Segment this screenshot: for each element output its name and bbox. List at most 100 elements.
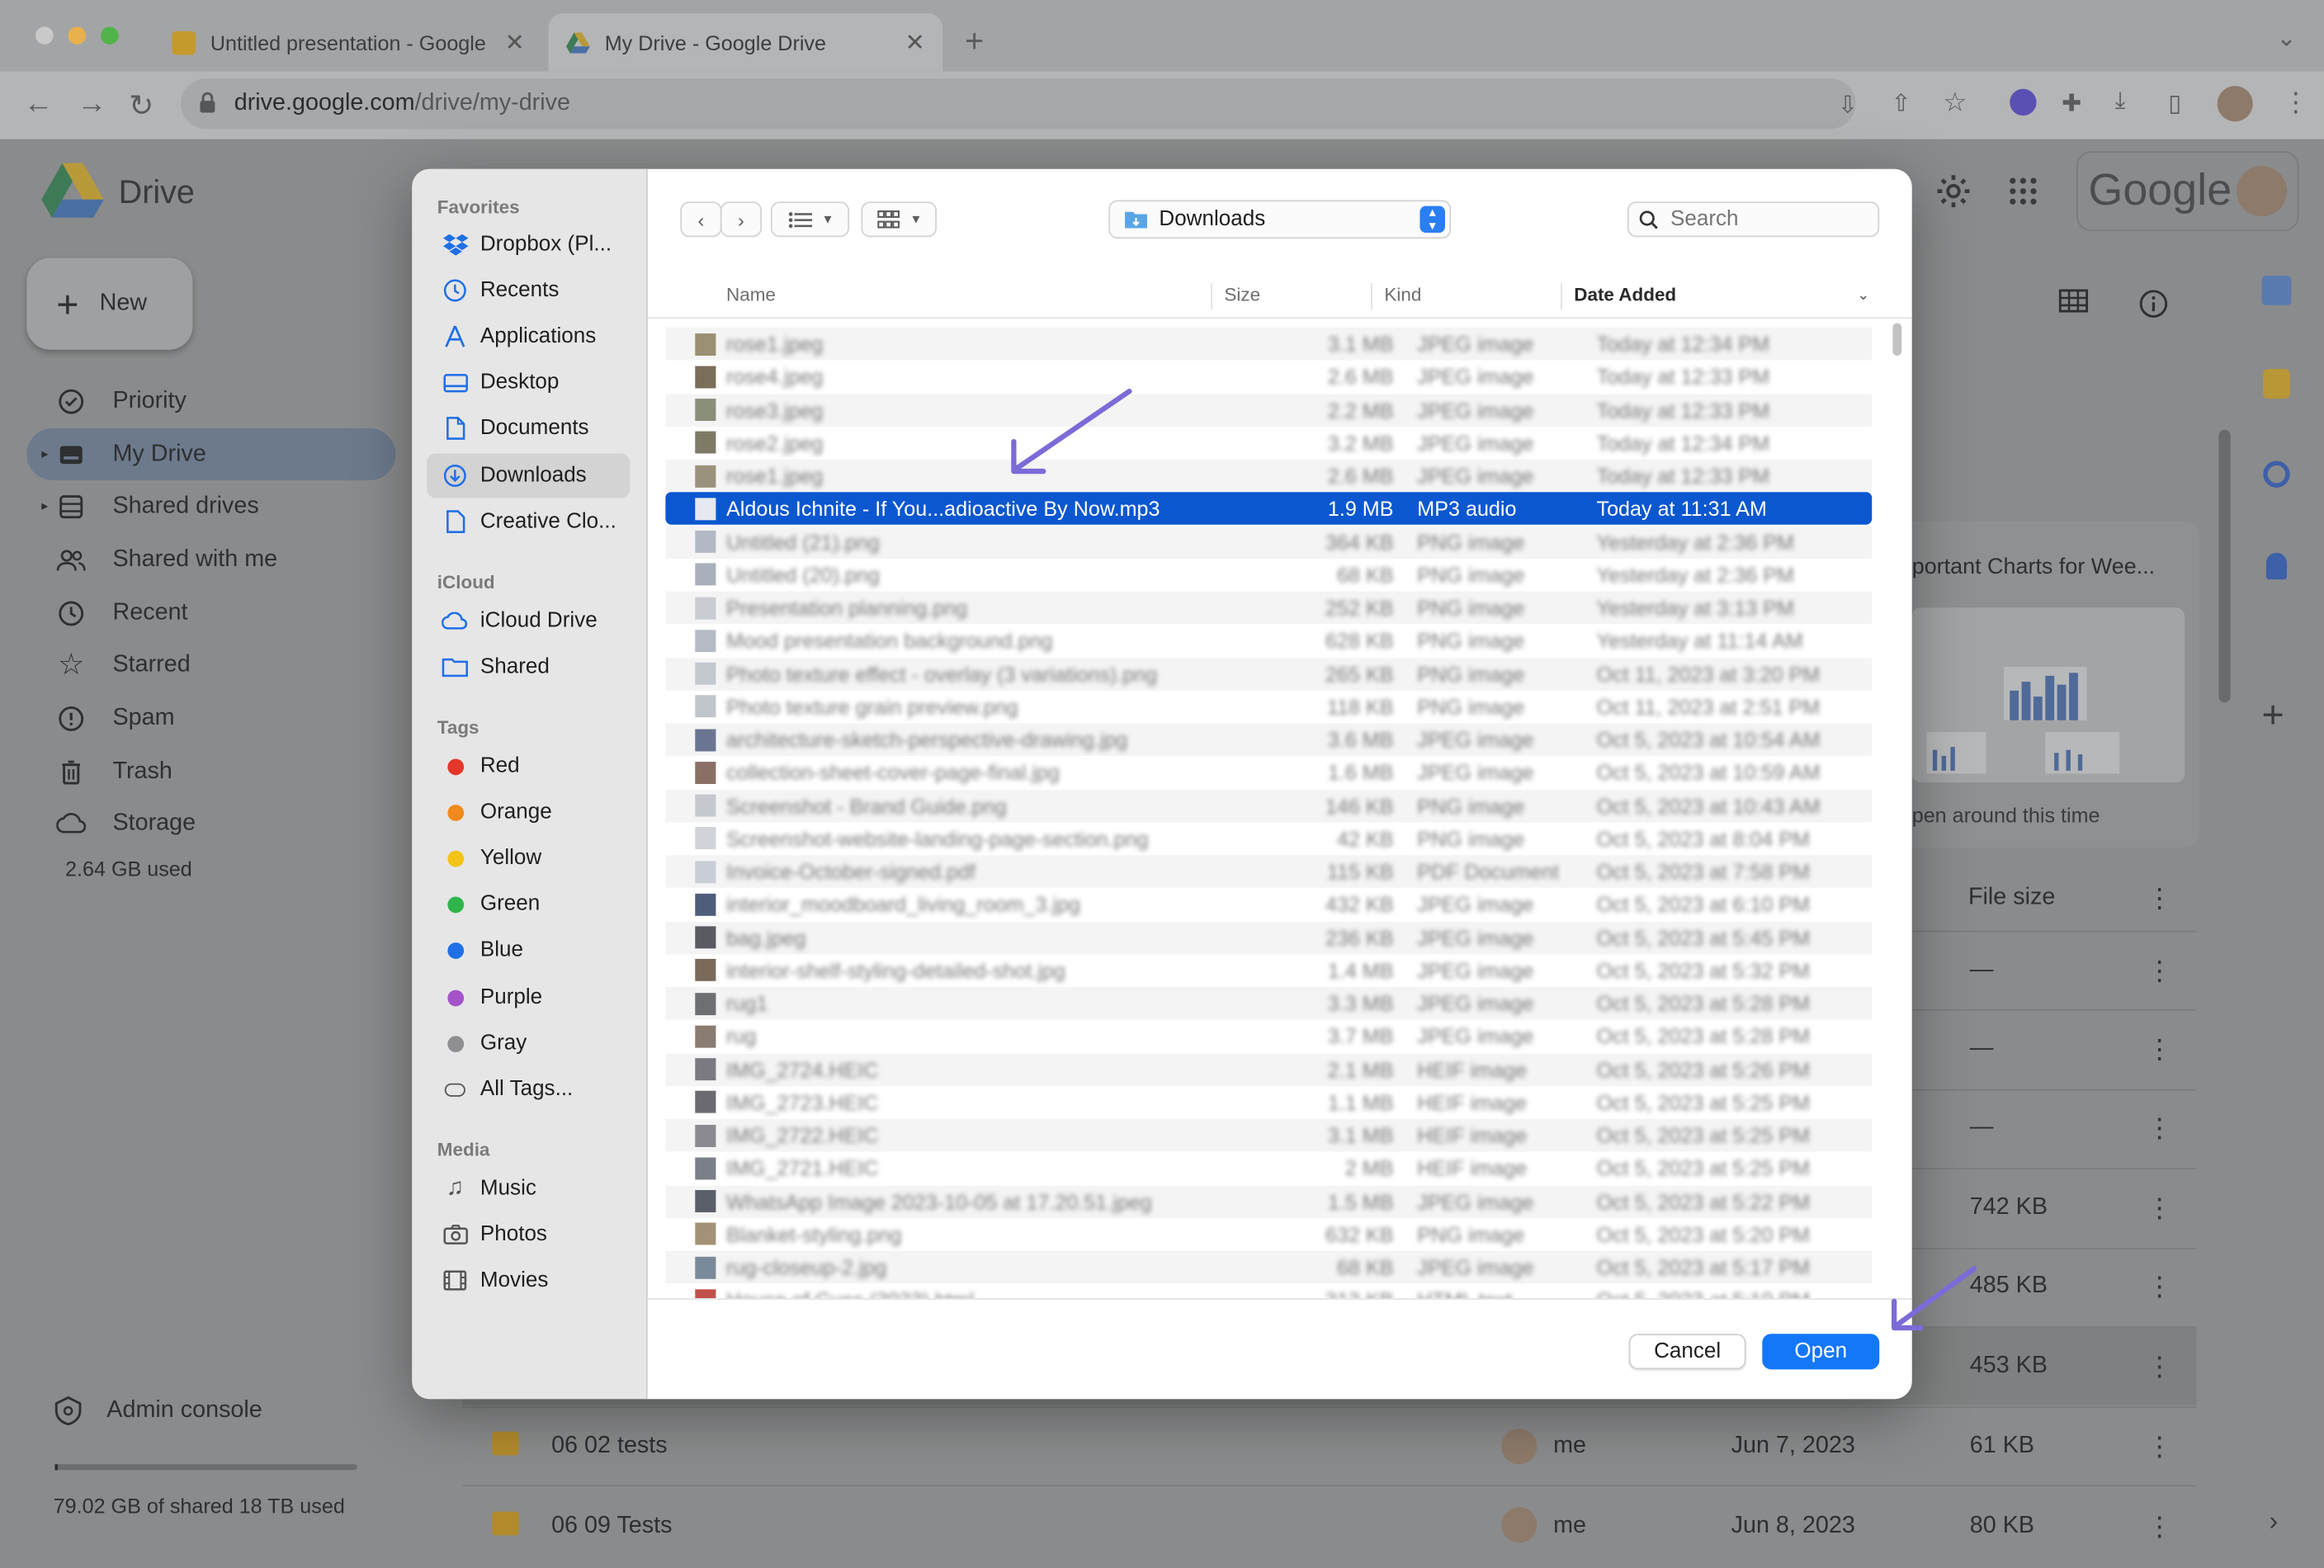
sidebar-item-applications[interactable]: Applications xyxy=(427,314,630,359)
location-popup[interactable]: Downloads ▴ ▾ xyxy=(1108,200,1452,239)
keep-icon[interactable] xyxy=(2263,369,2290,399)
address-bar[interactable]: drive.google.com/drive/my-drive xyxy=(181,78,1856,130)
expand-caret-icon[interactable]: ▸ xyxy=(41,446,48,463)
file-row[interactable]: Presentation planning.png 252 KB PNG image… xyxy=(665,591,1873,625)
grid-view-icon[interactable] xyxy=(2058,289,2089,313)
tag-gray[interactable]: Gray xyxy=(427,1021,630,1065)
reload-icon[interactable]: ↻ xyxy=(129,87,154,125)
calendar-icon[interactable] xyxy=(2261,276,2292,305)
file-row[interactable]: Untitled (21).png 364 KB PNG image Yesterda… xyxy=(665,525,1873,559)
sidebar-item-desktop[interactable]: Desktop xyxy=(427,360,630,404)
file-row[interactable]: bag.jpeg 236 KB JPEG image Oct 5, 2023 at 5… xyxy=(665,921,1873,954)
nav-shared-drives[interactable]: Shared drives xyxy=(26,480,395,532)
expand-panel-icon[interactable]: › xyxy=(2270,1506,2279,1537)
file-row[interactable]: Screenshot-website-landing-page-section.… xyxy=(665,822,1872,855)
downloads-icon[interactable]: ⤓ xyxy=(2115,89,2126,116)
nav-starred[interactable]: ☆ Starred xyxy=(26,639,395,691)
new-tab-icon[interactable]: + xyxy=(965,22,984,61)
tab-slides[interactable]: Untitled presentation - Google Slides ✕ xyxy=(154,13,543,71)
row-more-icon[interactable]: ⋮ xyxy=(2146,1193,2172,1225)
cancel-button[interactable]: Cancel xyxy=(1628,1334,1746,1370)
row-more-icon[interactable]: ⋮ xyxy=(2146,1352,2172,1383)
puzzle-icon[interactable]: ✚ xyxy=(2062,89,2081,119)
column-date-added[interactable]: Date Added xyxy=(1574,285,1676,305)
sidebar-item-downloads[interactable]: Downloads xyxy=(427,453,631,498)
table-row[interactable] xyxy=(462,1406,2197,1485)
column-size[interactable]: Size xyxy=(1224,285,1260,305)
nav-priority[interactable]: Priority xyxy=(26,375,395,427)
group-view-button[interactable]: ▾ xyxy=(861,201,938,238)
install-app-icon[interactable]: ⇩ xyxy=(1838,91,1858,120)
file-row-selected[interactable]: Aldous Ichnite - If You...adioactive By … xyxy=(665,492,1873,526)
file-row[interactable]: rose1.jpeg 2.6 MB JPEG image Today at 12:33… xyxy=(665,459,1873,493)
suggested-card[interactable]: portant Charts for Wee... pen around thi… xyxy=(1909,522,2200,848)
tag-green[interactable]: Green xyxy=(427,882,630,927)
info-icon[interactable] xyxy=(2138,289,2168,319)
close-tab-icon[interactable]: ✕ xyxy=(905,27,925,57)
search-field[interactable] xyxy=(1627,201,1880,238)
row-more-icon[interactable]: ⋮ xyxy=(2146,1034,2172,1065)
row-more-icon[interactable]: ⋮ xyxy=(2146,1512,2172,1543)
file-row[interactable]: Screenshot - Brand Guide.png 146 KB PNG im… xyxy=(665,789,1873,822)
file-row[interactable]: Photo texture grain preview.png 118 KB PNG… xyxy=(665,690,1872,723)
file-row[interactable]: Untitled (20).png 68 KB PNG image Yesterday… xyxy=(665,559,1872,592)
file-size-header[interactable]: File size xyxy=(1968,885,2055,911)
tag-all-tags[interactable]: All Tags... xyxy=(427,1067,630,1112)
file-row[interactable]: IMG_2723.HEIC 1.1 MB HEIF image Oct 5, 2023… xyxy=(665,1086,1872,1119)
file-row[interactable]: IMG_2722.HEIC 3.1 MB HEIF image Oct 5, 2023… xyxy=(665,1118,1873,1152)
list-view-button[interactable]: ▾ xyxy=(770,201,850,238)
file-row[interactable]: rose4.jpeg 2.6 MB JPEG image Today at 12:33… xyxy=(665,361,1872,394)
file-row[interactable]: rose3.jpeg 2.2 MB JPEG image Today at 12:33… xyxy=(665,393,1873,427)
file-row[interactable]: collection-sheet-cover-page-final.jpg 1.6… xyxy=(665,756,1872,789)
expand-caret-icon[interactable]: ▸ xyxy=(41,498,48,514)
window-minimize-button[interactable] xyxy=(68,26,87,45)
file-row[interactable]: rose2.jpeg 3.2 MB JPEG image Today at 12:34… xyxy=(665,427,1872,460)
back-button[interactable]: ‹ xyxy=(680,201,722,238)
row-more-icon[interactable]: ⋮ xyxy=(2146,1272,2172,1303)
file-row[interactable]: architecture-sketch-perspective-drawing.… xyxy=(665,723,1873,756)
sidebar-item-icloud-drive[interactable]: iCloud Drive xyxy=(427,599,630,644)
window-zoom-button[interactable] xyxy=(101,26,119,45)
sidebar-item-music[interactable]: ♫ Music xyxy=(427,1166,630,1211)
tasks-icon[interactable] xyxy=(2263,460,2290,488)
share-icon[interactable]: ⇧ xyxy=(1892,89,1911,119)
search-input[interactable] xyxy=(1670,207,1863,232)
column-name[interactable]: Name xyxy=(726,285,776,305)
file-row[interactable]: Mood presentation background.png 628 KB PN… xyxy=(665,624,1872,657)
nav-trash[interactable]: Trash xyxy=(26,745,395,797)
sidebar-item-creative-cloud[interactable]: Creative Clo... xyxy=(427,499,630,544)
nav-storage[interactable]: Storage xyxy=(26,797,395,849)
table-row[interactable] xyxy=(462,1485,2197,1563)
tag-yellow[interactable]: Yellow xyxy=(427,836,630,881)
sidebar-item-shared[interactable]: Shared xyxy=(427,645,630,689)
file-row[interactable]: interior-shelf-styling-detailed-shot.jpg… xyxy=(665,954,1872,987)
file-row[interactable]: interior_moodboard_living_room_3.jpg 432 … xyxy=(665,888,1872,921)
tab-drive[interactable]: My Drive - Google Drive ✕ xyxy=(548,13,943,72)
file-row[interactable]: IMG_2724.HEIC 2.1 MB HEIF image Oct 5, 2023… xyxy=(665,1052,1873,1086)
back-icon[interactable]: ← xyxy=(24,87,54,121)
add-addon-icon[interactable]: + xyxy=(2262,692,2284,739)
profile-avatar[interactable] xyxy=(2217,86,2253,122)
file-row[interactable]: Photo texture effect - overlay (3 variat… xyxy=(665,657,1873,690)
tag-purple[interactable]: Purple xyxy=(427,975,630,1020)
file-row[interactable]: rug 3.7 MB JPEG image Oct 5, 2023 at 5:28 P… xyxy=(665,1020,1872,1053)
row-more-icon[interactable]: ⋮ xyxy=(2146,1432,2172,1463)
new-button[interactable]: + New xyxy=(26,257,193,350)
sidebar-item-dropbox[interactable]: Dropbox (Pl... xyxy=(427,222,630,267)
file-row[interactable]: House of Cues (2023).html312 KBHTML text… xyxy=(665,1284,1872,1299)
bookmark-star-icon[interactable]: ☆ xyxy=(1943,87,1967,119)
nav-my-drive[interactable]: My Drive xyxy=(26,427,396,480)
file-row[interactable]: rug-closeup-2.jpg 68 KB JPEG image Oct 5, 2… xyxy=(665,1250,1873,1284)
window-close-button[interactable] xyxy=(35,26,54,45)
row-more-icon[interactable]: ⋮ xyxy=(2146,1113,2172,1145)
settings-gear-icon[interactable] xyxy=(1934,172,1973,210)
side-panel-icon[interactable]: ▯ xyxy=(2168,89,2181,119)
apps-grid-icon[interactable] xyxy=(2008,177,2038,206)
file-list-scrollbar[interactable] xyxy=(1892,323,1902,356)
tag-red[interactable]: Red xyxy=(427,744,630,788)
forward-icon[interactable]: → xyxy=(77,87,106,121)
file-row[interactable]: rose1.jpeg 3.1 MB JPEG image Today at 12:34… xyxy=(665,327,1873,361)
account-avatar[interactable] xyxy=(2237,166,2288,217)
tag-orange[interactable]: Orange xyxy=(427,790,630,834)
close-tab-icon[interactable]: ✕ xyxy=(505,27,525,57)
